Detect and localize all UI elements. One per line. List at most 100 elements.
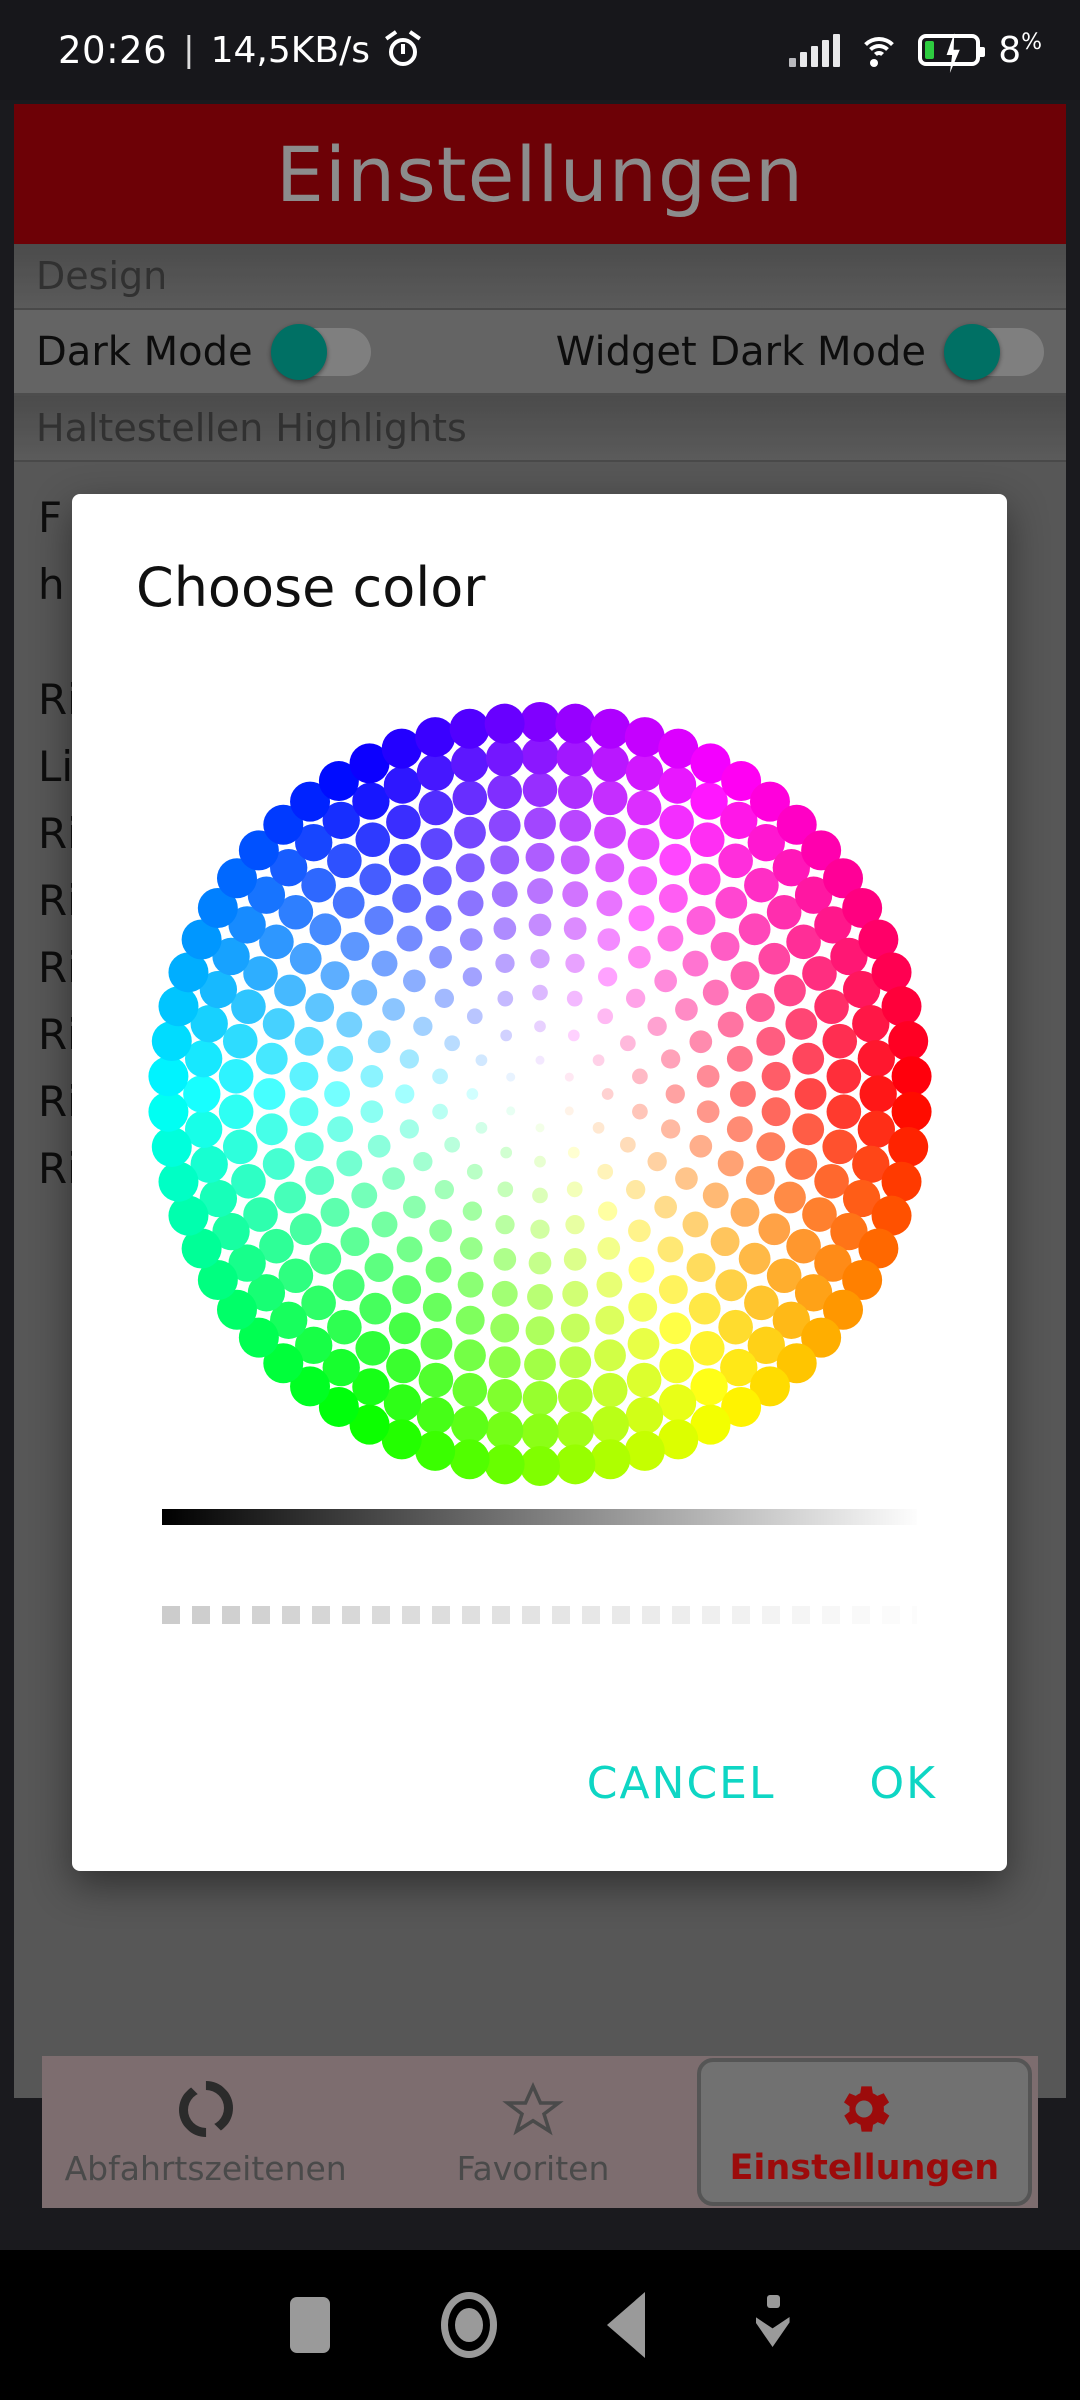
color-dot[interactable]: [717, 1150, 744, 1177]
color-dot[interactable]: [674, 1167, 698, 1190]
color-dot[interactable]: [619, 1035, 636, 1052]
color-dot[interactable]: [761, 1097, 791, 1127]
color-wheel-svg[interactable]: [145, 699, 935, 1489]
color-dot[interactable]: [414, 717, 455, 758]
color-dot[interactable]: [358, 863, 391, 896]
color-dot[interactable]: [726, 1045, 753, 1072]
color-dot[interactable]: [627, 1219, 651, 1243]
color-dot[interactable]: [674, 998, 698, 1021]
color-dot[interactable]: [653, 969, 677, 993]
color-dot[interactable]: [323, 1081, 350, 1107]
color-dot[interactable]: [784, 1148, 817, 1180]
color-dot[interactable]: [431, 1068, 448, 1085]
color-dot[interactable]: [730, 1197, 759, 1227]
color-dot[interactable]: [485, 739, 523, 777]
color-dot[interactable]: [253, 1078, 285, 1110]
color-dot[interactable]: [658, 1312, 691, 1345]
color-dot[interactable]: [391, 883, 421, 913]
color-dot[interactable]: [484, 703, 525, 744]
color-dot[interactable]: [531, 984, 548, 1001]
color-dot[interactable]: [627, 1292, 657, 1322]
color-dot[interactable]: [566, 990, 583, 1007]
color-dot[interactable]: [688, 863, 721, 896]
color-dot[interactable]: [450, 1406, 488, 1444]
color-dot[interactable]: [416, 1396, 454, 1435]
color-dot[interactable]: [757, 1213, 790, 1246]
color-dot[interactable]: [717, 1011, 744, 1038]
color-dot[interactable]: [791, 1113, 824, 1146]
color-dot[interactable]: [262, 1148, 295, 1180]
color-dot[interactable]: [443, 1136, 460, 1153]
color-dot[interactable]: [443, 1035, 460, 1052]
color-dot[interactable]: [619, 1136, 636, 1153]
color-dot[interactable]: [594, 1305, 624, 1335]
color-dot[interactable]: [566, 1181, 583, 1198]
color-dot[interactable]: [358, 1292, 391, 1325]
color-dot[interactable]: [147, 1091, 188, 1132]
color-dot[interactable]: [350, 979, 377, 1006]
color-dot[interactable]: [449, 708, 490, 749]
color-dot[interactable]: [455, 1305, 485, 1335]
color-dot[interactable]: [631, 1068, 648, 1085]
color-dot[interactable]: [528, 1251, 551, 1275]
color-dot[interactable]: [218, 1094, 253, 1130]
color-dot[interactable]: [589, 708, 630, 749]
color-dot[interactable]: [523, 807, 556, 840]
color-dot[interactable]: [686, 906, 715, 935]
color-dot[interactable]: [657, 1236, 683, 1263]
alpha-slider[interactable]: [162, 1604, 917, 1626]
color-dot[interactable]: [364, 1253, 393, 1282]
color-dot[interactable]: [520, 1413, 559, 1451]
color-dot[interactable]: [564, 1215, 585, 1235]
color-dot[interactable]: [371, 950, 397, 977]
color-dot[interactable]: [428, 945, 452, 969]
color-dot[interactable]: [627, 945, 651, 969]
color-dot[interactable]: [625, 988, 645, 1008]
color-dot[interactable]: [859, 1075, 897, 1113]
color-dot[interactable]: [339, 1227, 369, 1257]
color-dot[interactable]: [564, 1106, 574, 1116]
tab-favoriten[interactable]: Favoriten: [369, 2056, 696, 2208]
color-dot[interactable]: [526, 1283, 553, 1310]
color-dot[interactable]: [326, 843, 362, 879]
color-dot[interactable]: [496, 1181, 513, 1198]
color-dot[interactable]: [658, 1348, 694, 1384]
color-dot[interactable]: [567, 1146, 580, 1159]
color-dot[interactable]: [525, 1316, 554, 1346]
color-dot[interactable]: [533, 1155, 546, 1168]
color-dot[interactable]: [402, 1195, 426, 1219]
color-dot[interactable]: [505, 1106, 515, 1116]
color-dot[interactable]: [488, 1346, 521, 1379]
color-dot[interactable]: [371, 1211, 397, 1238]
color-dot[interactable]: [689, 1368, 728, 1406]
color-dot[interactable]: [520, 737, 559, 775]
color-dot[interactable]: [339, 931, 369, 961]
color-dot[interactable]: [273, 974, 306, 1007]
cancel-button[interactable]: CANCEL: [563, 1744, 800, 1823]
color-dot[interactable]: [710, 931, 740, 961]
color-dot[interactable]: [218, 1058, 253, 1094]
color-dot[interactable]: [535, 1055, 544, 1065]
color-dot[interactable]: [499, 1146, 512, 1159]
color-dot[interactable]: [475, 1121, 487, 1134]
color-dot[interactable]: [367, 1134, 391, 1158]
color-dot[interactable]: [531, 1187, 548, 1204]
color-dot[interactable]: [745, 993, 775, 1022]
color-dot[interactable]: [489, 845, 519, 875]
color-dot[interactable]: [391, 1275, 421, 1305]
color-dot[interactable]: [420, 828, 452, 860]
color-dot[interactable]: [738, 913, 771, 946]
color-dot[interactable]: [627, 866, 657, 896]
color-dot[interactable]: [151, 1021, 192, 1062]
color-dot[interactable]: [453, 1339, 486, 1372]
color-dot[interactable]: [289, 1213, 322, 1246]
color-dot[interactable]: [320, 1197, 349, 1227]
color-dot[interactable]: [595, 1271, 622, 1298]
color-dot[interactable]: [157, 986, 198, 1027]
color-dot[interactable]: [554, 1444, 595, 1485]
color-dot[interactable]: [519, 702, 560, 742]
color-dot[interactable]: [385, 804, 421, 840]
color-dot[interactable]: [360, 1064, 383, 1088]
color-dot[interactable]: [717, 843, 753, 879]
color-dot[interactable]: [717, 1309, 753, 1345]
